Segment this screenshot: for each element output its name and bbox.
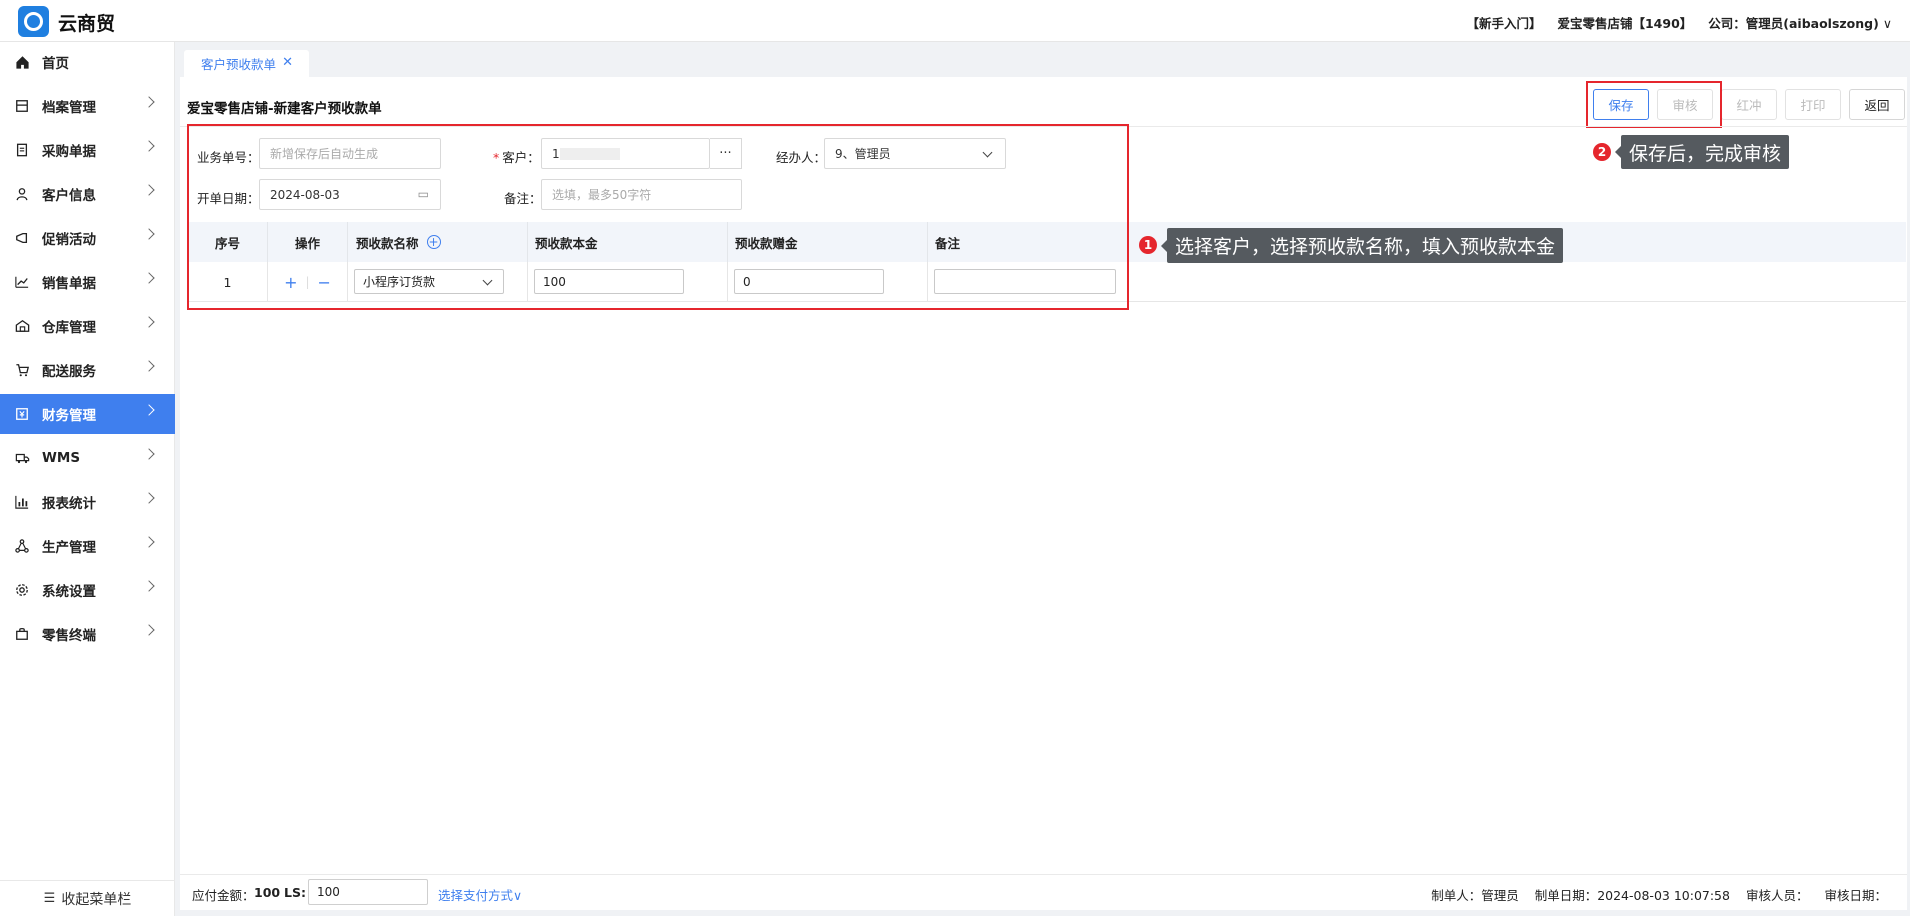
sidebar-item-label: 采购单据 <box>42 144 96 160</box>
sidebar-item-label: 客户信息 <box>42 188 96 204</box>
sidebar-item-label: 仓库管理 <box>42 320 96 336</box>
annotation-tooltip-2: 保存后，完成审核 <box>1614 135 1790 169</box>
sidebar-item-label: 配送服务 <box>42 364 96 380</box>
sidebar-item-home[interactable]: 首页 <box>0 42 175 82</box>
brand-name: 云商贸 <box>58 13 116 35</box>
user-icon <box>14 186 30 202</box>
chevron-right-icon <box>143 536 155 548</box>
chevron-down-icon: ∨ <box>1882 16 1892 31</box>
ls-label: LS: <box>284 885 306 900</box>
sidebar-item-label: 销售单据 <box>42 276 96 292</box>
annotation-badge-1: 1 <box>1139 236 1157 254</box>
select-payment-link[interactable]: 选择支付方式∨ <box>438 885 522 904</box>
newbie-link[interactable]: 【新手入门】 <box>1466 13 1541 32</box>
payable-value: 100 <box>254 885 281 900</box>
warehouse-icon <box>14 318 30 334</box>
page-title: 爱宝零售店铺-新建客户预收款单 <box>187 101 382 117</box>
sidebar: 首页 档案管理 采购单据 客户信息 促销活动 销售单据 仓库管理 配送服务 财务… <box>0 42 175 916</box>
maker-info: 制单人：管理员 <box>1431 888 1519 903</box>
menu-icon: ☰ <box>43 891 56 906</box>
sidebar-item-label: 财务管理 <box>42 408 96 424</box>
sidebar-item-settings[interactable]: 系统设置 <box>0 570 175 610</box>
chevron-right-icon <box>143 140 155 152</box>
bag-icon <box>14 626 30 642</box>
sidebar-item-label: 生产管理 <box>42 540 96 556</box>
chevron-right-icon <box>143 316 155 328</box>
auditor-info: 审核人员： <box>1745 888 1809 903</box>
chevron-right-icon <box>143 228 155 240</box>
sidebar-item-label: 零售终端 <box>42 628 96 644</box>
chart-line-icon <box>14 274 30 290</box>
chevron-right-icon <box>143 448 155 460</box>
sidebar-item-production[interactable]: 生产管理 <box>0 526 175 566</box>
sidebar-item-label: 促销活动 <box>42 232 96 248</box>
sidebar-item-warehouse[interactable]: 仓库管理 <box>0 306 175 346</box>
gear-icon <box>14 582 30 598</box>
sidebar-item-retail[interactable]: 零售终端 <box>0 614 175 654</box>
chevron-right-icon <box>143 272 155 284</box>
sidebar-item-label: 档案管理 <box>42 100 96 116</box>
back-button[interactable]: 返回 <box>1849 89 1905 120</box>
sidebar-item-label: 报表统计 <box>42 496 96 512</box>
chevron-right-icon <box>143 580 155 592</box>
tab-customer-prepayment[interactable]: 客户预收款单 ✕ <box>184 50 309 77</box>
sidebar-item-sales[interactable]: 销售单据 <box>0 262 175 302</box>
tab-label: 客户预收款单 <box>201 57 277 72</box>
print-button[interactable]: 打印 <box>1785 89 1841 120</box>
home-icon <box>14 54 30 70</box>
sidebar-item-customer[interactable]: 客户信息 <box>0 174 175 214</box>
highlight-box-form <box>187 124 1129 310</box>
sidebar-item-report[interactable]: 报表统计 <box>0 482 175 522</box>
truck-icon <box>14 450 30 466</box>
red-reverse-button[interactable]: 红冲 <box>1721 89 1777 120</box>
make-date-info: 制单日期：2024-08-03 10:07:58 <box>1534 888 1730 903</box>
chevron-right-icon <box>143 360 155 372</box>
top-header: 云商贸 【新手入门】 爱宝零售店铺【1490】 公司：管理员(aibaolszo… <box>0 0 1910 42</box>
purchase-doc-icon <box>14 142 30 158</box>
sidebar-item-delivery[interactable]: 配送服务 <box>0 350 175 390</box>
chevron-right-icon <box>143 96 155 108</box>
company-user[interactable]: 公司：管理员(aibaolszong) ∨ <box>1708 13 1892 32</box>
chevron-right-icon <box>143 624 155 636</box>
sidebar-item-label: 系统设置 <box>42 584 96 600</box>
archive-icon <box>14 98 30 114</box>
bar-chart-icon <box>14 494 30 510</box>
chevron-right-icon <box>143 492 155 504</box>
audit-date-info: 审核日期： <box>1824 888 1887 903</box>
chevron-right-icon <box>143 184 155 196</box>
app-logo-icon[interactable] <box>18 6 49 37</box>
payable-label: 应付金额： <box>192 888 255 903</box>
annotation-badge-2: 2 <box>1593 143 1611 161</box>
store-name[interactable]: 爱宝零售店铺【1490】 <box>1557 13 1692 32</box>
sidebar-item-wms[interactable]: WMS <box>0 438 175 478</box>
collapse-menu-button[interactable]: ☰ 收起菜单栏 <box>0 880 175 916</box>
close-icon[interactable]: ✕ <box>282 55 293 70</box>
ls-input[interactable]: 100 <box>308 879 428 905</box>
footer-meta: 制单人：管理员 制单日期：2024-08-03 10:07:58 审核人员： 审… <box>1431 885 1887 904</box>
sidebar-item-archive[interactable]: 档案管理 <box>0 86 175 126</box>
sidebar-item-label: WMS <box>42 450 81 466</box>
cart-icon <box>14 362 30 378</box>
main-panel: 爱宝零售店铺-新建客户预收款单 保存 审核 红冲 打印 返回 业务单号： 新增保… <box>180 77 1907 910</box>
annotation-tooltip-1: 选择客户，选择预收款名称，填入预收款本金 <box>1160 228 1564 263</box>
sidebar-item-finance[interactable]: 财务管理 <box>0 394 175 434</box>
collapse-menu-label: 收起菜单栏 <box>61 891 132 908</box>
megaphone-icon <box>14 230 30 246</box>
sidebar-item-label: 首页 <box>42 56 69 72</box>
highlight-box-buttons <box>1586 81 1722 128</box>
footer-bar: 应付金额： 100 LS: 100 选择支付方式∨ 制单人：管理员 制单日期：2… <box>180 874 1907 910</box>
company-user-label: 公司：管理员(aibaolszong) <box>1708 16 1879 31</box>
network-icon <box>14 538 30 554</box>
header-right: 【新手入门】 爱宝零售店铺【1490】 公司：管理员(aibaolszong) ∨ <box>1466 13 1892 32</box>
sidebar-item-purchase[interactable]: 采购单据 <box>0 130 175 170</box>
finance-icon <box>14 406 30 422</box>
chevron-right-icon <box>143 404 155 416</box>
sidebar-item-promotion[interactable]: 促销活动 <box>0 218 175 258</box>
